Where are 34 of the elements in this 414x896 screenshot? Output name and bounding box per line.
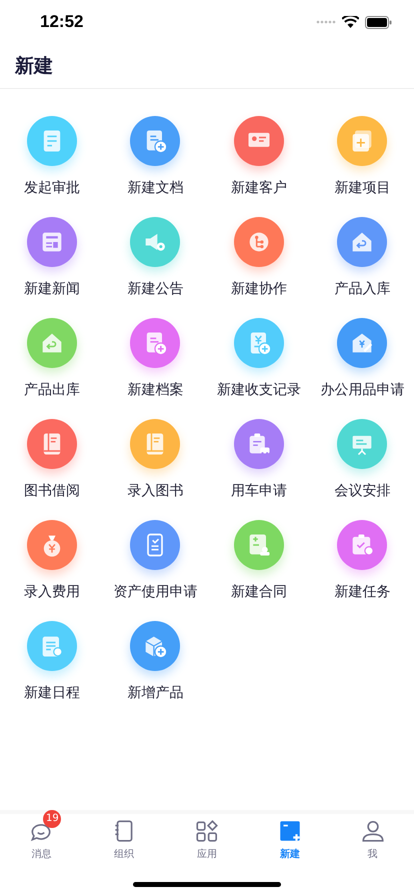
app-tile[interactable]: 录入图书 — [104, 419, 207, 500]
app-tile[interactable]: 资产使用申请 — [104, 520, 207, 601]
app-tile[interactable]: 新建任务 — [310, 520, 414, 601]
app-tile[interactable]: 新建文档 — [104, 116, 207, 197]
app-tile[interactable]: 办公用品申请 — [310, 318, 414, 399]
app-tile[interactable]: 新建公告 — [104, 217, 207, 298]
status-time: 12:52 — [40, 12, 84, 32]
app-tile[interactable]: 新建协作 — [207, 217, 310, 298]
app-tile[interactable]: 新增产品 — [104, 621, 207, 702]
tab-item[interactable]: 我 — [331, 814, 414, 866]
app-tile[interactable]: 产品出库 — [0, 318, 104, 399]
person-icon — [360, 818, 386, 844]
wifi-icon — [342, 16, 359, 28]
tab-item[interactable]: 新建 — [248, 814, 332, 866]
page-title: 新建 — [15, 54, 53, 79]
app-tile[interactable]: 录入费用 — [0, 520, 104, 601]
signal-icon — [316, 20, 336, 24]
tab-item[interactable]: 组织 — [82, 814, 166, 866]
unread-count: 19 — [43, 810, 62, 828]
app-tile[interactable]: 新建合同 — [207, 520, 310, 601]
app-tile[interactable]: 用车申请 — [207, 419, 310, 500]
app-tile[interactable]: 新建客户 — [207, 116, 310, 197]
apps-icon — [194, 818, 220, 844]
app-tile[interactable]: 图书借阅 — [0, 419, 104, 500]
app-tile[interactable]: 会议安排 — [310, 419, 414, 500]
app-tile[interactable]: 新建收支记录 — [207, 318, 310, 399]
tab-item[interactable]: 应用 — [166, 814, 248, 866]
app-tile[interactable]: 新建项目 — [310, 116, 414, 197]
app-tile[interactable]: 新建新闻 — [0, 217, 104, 298]
app-tile[interactable]: 新建日程 — [0, 621, 104, 702]
app-tile[interactable]: 新建档案 — [104, 318, 207, 399]
app-tile[interactable]: 发起审批 — [0, 116, 104, 197]
battery-icon — [365, 16, 392, 28]
app-tile[interactable]: 产品入库 — [310, 217, 414, 298]
